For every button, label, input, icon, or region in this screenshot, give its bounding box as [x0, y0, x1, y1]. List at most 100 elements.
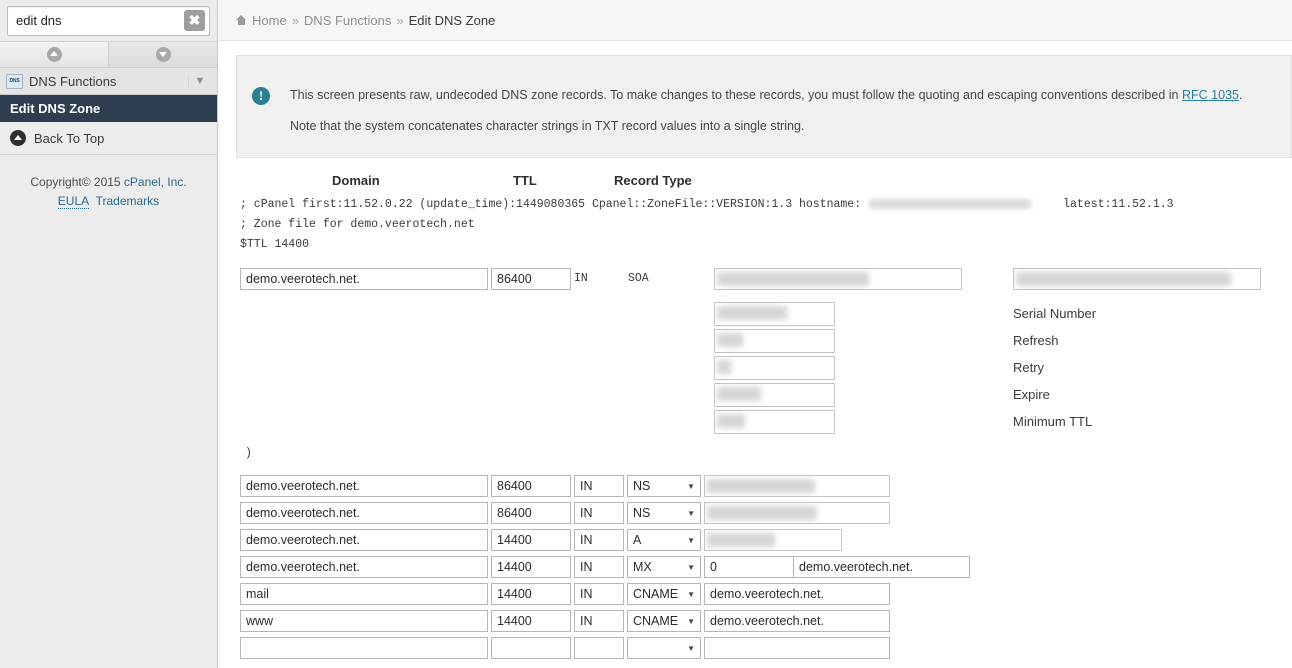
- nav-scroll-up-button[interactable]: [0, 42, 109, 68]
- breadcrumb-home[interactable]: Home: [252, 13, 287, 28]
- record-class-input[interactable]: [574, 583, 624, 605]
- column-header-domain: Domain: [332, 173, 380, 188]
- chevron-down-icon: [155, 47, 171, 62]
- soa-refresh-field[interactable]: [714, 329, 835, 353]
- record-value-input[interactable]: [704, 610, 890, 632]
- soa-serial-number-field[interactable]: [714, 302, 835, 326]
- record-type-select[interactable]: CNAME ▼: [627, 610, 701, 632]
- soa-label-minimum-ttl: Minimum TTL: [1013, 414, 1093, 429]
- info-icon: !: [252, 87, 270, 105]
- soa-minimum-ttl-field[interactable]: [714, 410, 835, 434]
- record-ttl-input[interactable]: [491, 637, 571, 659]
- breadcrumb-current: Edit DNS Zone: [408, 12, 496, 28]
- record-value-input[interactable]: [704, 637, 890, 659]
- record-value-field[interactable]: [704, 475, 890, 497]
- record-ttl-input[interactable]: [491, 583, 571, 605]
- soa-domain-input[interactable]: [240, 268, 488, 290]
- record-value-input[interactable]: [704, 583, 890, 605]
- chevron-down-icon: ▼: [687, 644, 695, 653]
- soa-contact-email-field[interactable]: [1013, 268, 1261, 290]
- record-type-select[interactable]: NS ▼: [627, 502, 701, 524]
- table-row: CNAME ▼: [219, 583, 1292, 610]
- record-name-input[interactable]: [240, 556, 488, 578]
- record-type-select[interactable]: ▼: [627, 637, 701, 659]
- soa-primary-nameserver-field[interactable]: [714, 268, 962, 290]
- record-ttl-input[interactable]: [491, 556, 571, 578]
- record-class-input[interactable]: [574, 502, 624, 524]
- record-type-select[interactable]: CNAME ▼: [627, 583, 701, 605]
- soa-expire-field[interactable]: [714, 383, 835, 407]
- zone-comment-line-2: ; Zone file for demo.veerotech.net: [240, 218, 475, 231]
- chevron-down-icon: ▼: [687, 509, 695, 518]
- record-class-input[interactable]: [574, 637, 624, 659]
- notice-line-2: Note that the system concatenates charac…: [290, 119, 805, 133]
- record-name-input[interactable]: [240, 529, 488, 551]
- chevron-down-icon[interactable]: ▼: [188, 75, 211, 87]
- chevron-down-icon: ▼: [687, 617, 695, 626]
- zone-file-comments: ; cPanel first:11.52.0.22 (update_time):…: [219, 195, 1292, 255]
- sidebar-item-label: Back To Top: [34, 130, 105, 146]
- breadcrumb-separator: »: [396, 12, 404, 28]
- record-name-input[interactable]: [240, 475, 488, 497]
- zone-comment-latest: latest:11.52.1.3: [1063, 198, 1174, 211]
- redacted-hostname: [869, 198, 1032, 209]
- arrow-up-icon: [10, 130, 26, 146]
- record-class-input[interactable]: [574, 556, 624, 578]
- sidebar-item-label: Edit DNS Zone: [10, 101, 101, 116]
- record-type-select[interactable]: NS ▼: [627, 475, 701, 497]
- record-ttl-input[interactable]: [491, 502, 571, 524]
- main-content: Home » DNS Functions » Edit DNS Zone ! T…: [219, 0, 1292, 668]
- chevron-down-icon: ▼: [687, 563, 695, 572]
- record-ttl-input[interactable]: [491, 529, 571, 551]
- zone-comment-line-3: $TTL 14400: [240, 238, 310, 251]
- record-class-input[interactable]: [574, 610, 624, 632]
- sidebar-item-edit-dns-zone[interactable]: Edit DNS Zone: [0, 95, 217, 122]
- rfc-1035-link[interactable]: RFC 1035: [1182, 88, 1239, 102]
- soa-record-block: IN SOA Serial Number Refresh Retry Expir…: [219, 268, 1292, 448]
- column-headers: Domain TTL Record Type: [219, 173, 1292, 195]
- record-ttl-input[interactable]: [491, 475, 571, 497]
- notice-line-1-text: This screen presents raw, undecoded DNS …: [290, 88, 1182, 102]
- home-icon[interactable]: [236, 15, 247, 25]
- table-row: ▼: [219, 637, 1292, 664]
- record-value-field[interactable]: [704, 529, 842, 551]
- trademarks-link[interactable]: Trademarks: [96, 194, 160, 208]
- soa-label-expire: Expire: [1013, 387, 1050, 402]
- record-type-value: CNAME: [633, 587, 679, 601]
- record-value-field[interactable]: [704, 502, 890, 524]
- record-class-input[interactable]: [574, 529, 624, 551]
- sidebar-nav-arrows: [0, 41, 217, 68]
- chevron-down-icon: ▼: [687, 590, 695, 599]
- copyright-line: Copyright© 2015 cPanel, Inc.: [0, 173, 217, 192]
- chevron-down-icon: ▼: [687, 482, 695, 491]
- search-box[interactable]: ✖: [7, 6, 210, 36]
- table-row: NS ▼: [219, 502, 1292, 529]
- eula-link[interactable]: EULA: [57, 194, 90, 209]
- sidebar-item-back-to-top[interactable]: Back To Top: [0, 122, 217, 155]
- breadcrumb-dns-functions[interactable]: DNS Functions: [304, 13, 391, 28]
- sidebar-group-label: DNS Functions: [29, 73, 117, 89]
- clear-search-icon[interactable]: ✖: [184, 10, 205, 31]
- record-type-select[interactable]: A ▼: [627, 529, 701, 551]
- record-name-input[interactable]: [240, 610, 488, 632]
- soa-retry-field[interactable]: [714, 356, 835, 380]
- table-row: MX ▼: [219, 556, 1292, 583]
- column-header-ttl: TTL: [513, 173, 537, 188]
- record-name-input[interactable]: [240, 583, 488, 605]
- record-name-input[interactable]: [240, 637, 488, 659]
- soa-ttl-input[interactable]: [491, 268, 571, 290]
- info-notice: ! This screen presents raw, undecoded DN…: [236, 55, 1292, 158]
- record-class-input[interactable]: [574, 475, 624, 497]
- record-name-input[interactable]: [240, 502, 488, 524]
- cpanel-link[interactable]: cPanel, Inc.: [124, 175, 187, 189]
- record-ttl-input[interactable]: [491, 610, 571, 632]
- search-input[interactable]: [8, 7, 184, 33]
- sidebar-group-dns-functions[interactable]: DNS DNS Functions ▼: [0, 68, 217, 95]
- record-priority-input[interactable]: [704, 556, 794, 578]
- record-type-value: A: [633, 533, 642, 547]
- nav-scroll-down-button[interactable]: [109, 42, 217, 68]
- zone-comment-line-1: ; cPanel first:11.52.0.22 (update_time):…: [240, 195, 1292, 215]
- record-value-input[interactable]: [793, 556, 970, 578]
- table-row: CNAME ▼: [219, 610, 1292, 637]
- record-type-select[interactable]: MX ▼: [627, 556, 701, 578]
